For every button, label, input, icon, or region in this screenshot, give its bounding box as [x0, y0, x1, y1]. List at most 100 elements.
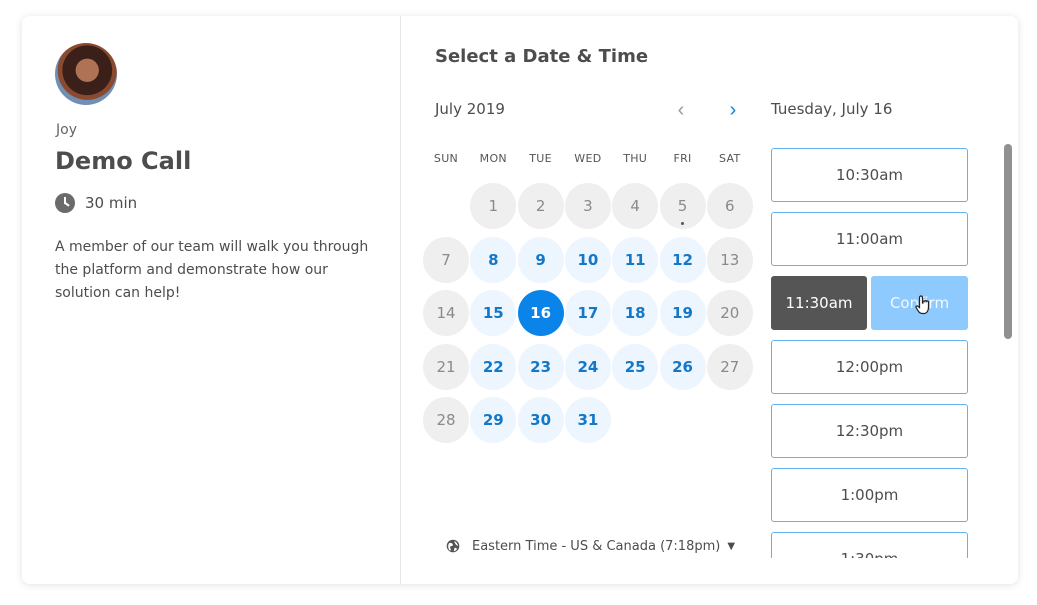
time-slot-button[interactable]: 1:30pm [771, 532, 968, 558]
selected-date-16[interactable]: 16 [517, 290, 564, 336]
time-slot-label: 1:00pm [840, 486, 899, 504]
weekday-thu: THU [623, 152, 648, 165]
globe-icon [446, 539, 460, 553]
time-slot-button[interactable]: 12:30pm [771, 404, 968, 458]
time-slot-button[interactable]: 1:00pm [771, 468, 968, 522]
calendar-day-label: 29 [482, 411, 504, 429]
calendar-day-19[interactable]: 19 [659, 290, 706, 336]
calendar-day-label: 4 [630, 197, 640, 215]
clock-icon [55, 193, 75, 213]
calendar-day-23[interactable]: 23 [517, 343, 564, 390]
calendar-day-11[interactable]: 11 [612, 236, 659, 283]
calendar-day-5: 5 [659, 183, 706, 229]
calendar-day-20: 20 [706, 290, 753, 336]
calendar-day-label: 9 [535, 250, 546, 269]
calendar-day-label: 28 [436, 411, 456, 429]
calendar-day-3: 3 [564, 183, 611, 229]
calendar-day-label: 11 [624, 250, 646, 269]
timezone-selector[interactable]: Eastern Time - US & Canada (7:18pm) ▼ [446, 536, 735, 556]
calendar-day-30[interactable]: 30 [517, 397, 564, 443]
calendar-day-7: 7 [423, 236, 469, 283]
calendar-day-label: 18 [624, 304, 646, 322]
calendar-day-label: 5 [677, 197, 688, 215]
calendar-day-28: 28 [423, 397, 469, 443]
calendar-day-label: 13 [720, 250, 740, 269]
today-indicator [680, 222, 684, 225]
time-slot-button[interactable]: 12:00pm [771, 340, 968, 394]
picker-title: Select a Date & Time [435, 46, 649, 67]
time-slot-label: 12:30pm [835, 422, 904, 440]
caret-down-icon: ▼ [727, 540, 736, 552]
weekday-header: SUN MON TUE WED THU FRI SAT [423, 152, 753, 168]
weekday-sat: SAT [719, 152, 741, 165]
time-slot-button[interactable]: 10:30am [771, 148, 968, 202]
event-duration: 30 min [55, 193, 137, 213]
calendar-day-label: 17 [577, 304, 599, 322]
calendar-day-1: 1 [470, 183, 517, 229]
selected-time-slot[interactable]: 11:30am [771, 276, 867, 330]
calendar-day-2: 2 [517, 183, 564, 229]
calendar-day-17[interactable]: 17 [564, 290, 611, 336]
weekday-sun: SUN [433, 152, 459, 165]
event-details-panel: Joy Demo Call 30 min A member of our tea… [22, 16, 401, 584]
chevron-left-icon: ‹ [677, 99, 685, 121]
calendar-day-25[interactable]: 25 [612, 343, 659, 390]
time-slot-label: 10:30am [835, 166, 904, 184]
hand-pointer-icon [915, 295, 930, 315]
calendar-day-26[interactable]: 26 [659, 343, 706, 390]
weekday-wed: WED [574, 152, 602, 165]
calendar-day-label: 6 [725, 197, 735, 215]
host-name: Joy [56, 122, 77, 138]
calendar-day-label: 23 [530, 357, 552, 376]
weekday-mon: MON [479, 152, 507, 165]
time-slot-scrollbar[interactable] [1004, 144, 1012, 339]
calendar-day-label: 14 [436, 304, 456, 322]
calendar-day-15[interactable]: 15 [470, 290, 517, 336]
calendar-day-4: 4 [612, 183, 659, 229]
calendar-day-label: 30 [530, 411, 552, 429]
calendar-day-12[interactable]: 12 [659, 236, 706, 283]
calendar-day-31[interactable]: 31 [564, 397, 611, 443]
calendar-day-label: 22 [482, 357, 504, 376]
calendar-day-label: 24 [577, 357, 599, 376]
time-slot-list: 10:30am 11:00am 11:30am Confirm 12:00pm 12:30… [771, 148, 971, 558]
calendar-day-18[interactable]: 18 [612, 290, 659, 336]
weekday-fri: FRI [673, 152, 692, 165]
calendar-day-label: 8 [488, 250, 499, 269]
previous-month-button[interactable]: ‹ [669, 98, 693, 122]
weekday-tue: TUE [529, 152, 552, 165]
calendar-day-8[interactable]: 8 [470, 236, 517, 283]
selected-date-heading: Tuesday, July 16 [771, 100, 893, 118]
event-description: A member of our team will walk you throu… [55, 239, 369, 301]
calendar-day-29[interactable]: 29 [470, 397, 517, 443]
calendar-day-label: 10 [577, 250, 599, 269]
calendar-day-label: 25 [624, 357, 646, 376]
calendar-day-13: 13 [706, 236, 753, 283]
calendar-day-label: 7 [441, 250, 451, 269]
calendar-day-9[interactable]: 9 [517, 236, 564, 283]
calendar-day-6: 6 [706, 183, 753, 229]
confirm-button[interactable]: Confirm [871, 276, 968, 330]
host-avatar [55, 43, 117, 105]
calendar-day-label: 12 [672, 250, 693, 269]
calendar-day-label: 20 [720, 304, 740, 322]
calendar-day-label: 2 [535, 197, 546, 215]
time-slot-label: 12:00pm [835, 358, 904, 376]
calendar-day-21: 21 [423, 343, 469, 390]
calendar-day-label: 26 [672, 357, 693, 376]
calendar-day-22[interactable]: 22 [470, 343, 517, 390]
calendar-day-label: 27 [720, 357, 740, 376]
calendar-day-10[interactable]: 10 [564, 236, 611, 283]
calendar-day-label: 3 [583, 197, 593, 215]
calendar-day-14: 14 [423, 290, 469, 336]
calendar-day-24[interactable]: 24 [564, 343, 611, 390]
calendar-day-label: 21 [436, 357, 456, 376]
time-slot-label: 11:30am [785, 294, 853, 312]
calendar-day-27: 27 [706, 343, 753, 390]
calendar-day-label: 15 [482, 304, 504, 322]
calendar-day-label: 1 [488, 197, 499, 215]
calendar-grid: 1 2 3 4 5 6 7 8 9 10 11 12 13 14 15 16 17 18 19 20 21 22 23 24 2… [423, 183, 753, 453]
next-month-button[interactable]: › [721, 98, 745, 122]
time-slot-button[interactable]: 11:00am [771, 212, 968, 266]
duration-label: 30 min [85, 194, 138, 212]
